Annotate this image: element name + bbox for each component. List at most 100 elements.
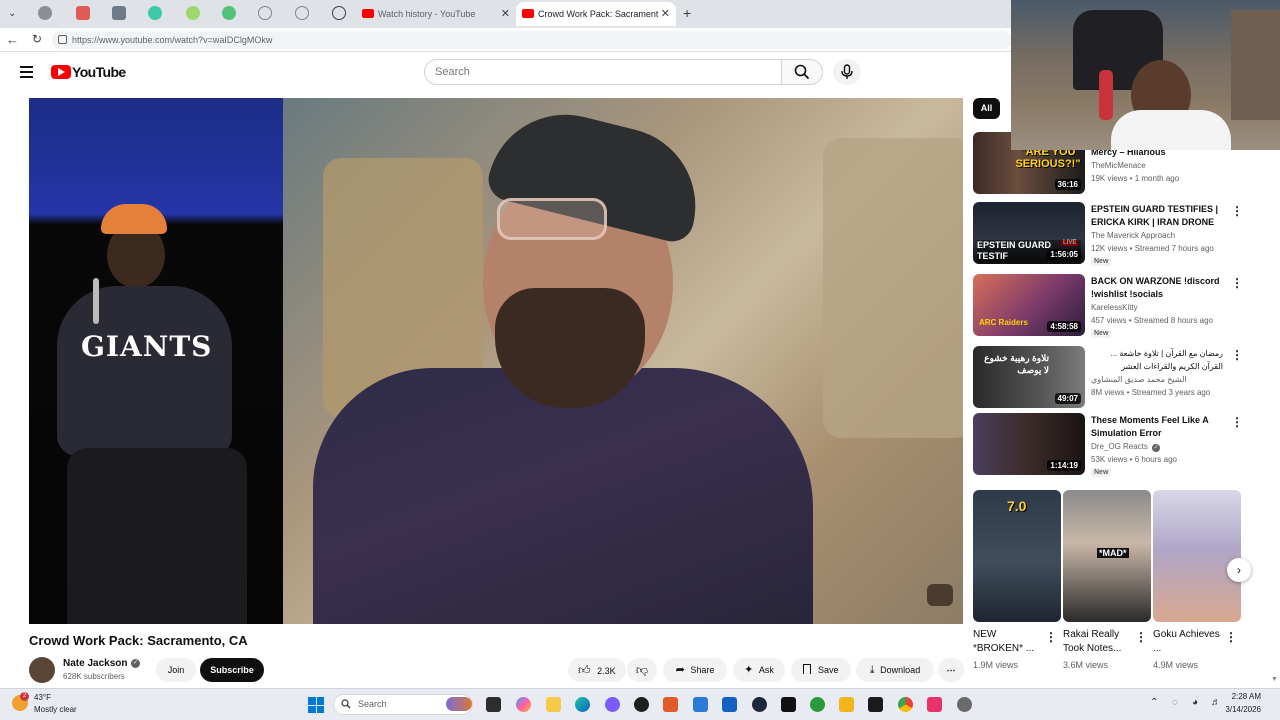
search-highlight-icon[interactable] [446,697,472,711]
channel-name[interactable]: Nate Jackson [63,658,127,669]
scroll-down-arrow-icon[interactable]: ▼ [1271,676,1279,684]
tab-search-chevron-icon[interactable]: ⌄ [8,8,16,19]
recommendation-channel[interactable]: الشيخ محمد صديق المنشاوي [1091,375,1187,384]
more-vertical-icon[interactable]: ⋮ [1135,630,1147,644]
xbox-icon[interactable] [810,697,825,712]
download-button[interactable]: ⤓ Download [856,658,934,682]
recommendation-item[interactable]: ARC Raiders 4:58:58 BACK ON WARZONE !dis… [973,274,1243,338]
channel-avatar[interactable] [29,657,55,683]
search-button[interactable] [781,59,823,85]
steam-icon[interactable] [752,697,767,712]
recommendation-channel[interactable]: TheMicMenace [1091,161,1146,170]
chevron-up-icon[interactable]: ⌃ [1150,697,1158,708]
globe-icon[interactable] [258,6,272,20]
short-title[interactable]: Goku Achieves ... [1153,628,1223,656]
video-player[interactable]: GIANTS [29,98,963,624]
pinned-tab-icon[interactable] [186,6,200,20]
like-button[interactable]: 👍︎ 2.3K [568,658,626,682]
chatgpt-icon[interactable] [634,697,649,712]
back-arrow-icon[interactable]: ← [6,32,19,47]
app-icon[interactable] [868,697,883,712]
webcam-shelf [1231,10,1280,120]
plus-icon[interactable]: + [683,5,691,21]
menu-hamburger-icon[interactable] [20,66,33,78]
recommendation-title[interactable]: These Moments Feel Like A Simulation Err… [1091,414,1223,440]
copilot-icon[interactable] [516,697,531,712]
short-title[interactable]: Rakai Really Took Notes... [1063,628,1133,656]
taskbar-clock-time[interactable]: 2:28 AM [1205,692,1261,701]
youtube-logo-text[interactable]: YouTube [72,64,126,80]
short-thumbnail[interactable]: *MAD* [1063,490,1151,622]
short-thumbnail[interactable] [1153,490,1241,622]
ask-button[interactable]: ✦ Ask [733,658,785,682]
audience-member-glasses [497,198,607,240]
more-vertical-icon[interactable]: ⋮ [1231,204,1243,218]
close-tab-icon[interactable]: ✕ [661,2,670,26]
tab-current-video[interactable]: Crowd Work Pack: Sacramento, CA ✕ [516,2,676,26]
reload-icon[interactable]: ↻ [32,32,42,46]
pinned-tab-icon[interactable] [38,6,52,20]
short-title[interactable]: NEW *BROKEN* ... [973,628,1043,656]
more-vertical-icon[interactable]: ⋮ [1231,415,1243,429]
more-vertical-icon[interactable]: ⋮ [1231,276,1243,290]
save-button[interactable]: Save [791,658,851,682]
pinned-tab-icon[interactable] [148,6,162,20]
recommendation-title[interactable]: رمضان مع القرآن | تلاوة خاشعة ... القرآن… [1091,347,1223,373]
taskbar-clock-date[interactable]: 3/14/2026 [1205,705,1261,714]
recommendation-title[interactable]: BACK ON WARZONE !discord !wishlist !soci… [1091,275,1223,301]
more-vertical-icon[interactable]: ⋮ [1045,630,1057,644]
close-tab-icon[interactable]: ✕ [501,2,510,26]
app-icon[interactable] [927,697,942,712]
more-vertical-icon[interactable]: ⋮ [1231,348,1243,362]
voice-search-button[interactable] [833,59,861,85]
video-thumbnail[interactable]: تلاوة رهيبة خشوع لا يوصف 49:07 [973,346,1085,408]
file-explorer-icon[interactable] [546,697,561,712]
tiktok-icon[interactable] [781,697,796,712]
site-info-icon[interactable] [58,35,67,44]
chevron-right-icon[interactable]: › [1227,558,1251,582]
globe-icon[interactable] [295,6,309,20]
task-view-icon[interactable] [486,697,501,712]
new-badge: New [1091,329,1112,338]
network-icon[interactable]: ◌ [1172,697,1178,708]
video-duration: 4:58:58 [1047,321,1081,332]
recommendation-channel[interactable]: KarelessKitty [1091,303,1138,312]
wifi-icon[interactable]: ◕ [1192,697,1198,708]
recommendation-title[interactable]: EPSTEIN GUARD TESTIFIES | ERICKA KIRK | … [1091,203,1223,229]
pinned-tab-icon[interactable] [76,6,90,20]
store-icon[interactable] [693,697,708,712]
chrome-icon[interactable] [898,697,913,712]
video-thumbnail[interactable]: 1:14:19 [973,413,1085,475]
pinned-tab-icon[interactable] [222,6,236,20]
edge-browser-icon[interactable] [575,697,590,712]
address-bar[interactable]: https://www.youtube.com/watch?v=waIDClgM… [52,31,1012,49]
outlook-icon[interactable] [722,697,737,712]
share-button[interactable]: ➦ Share [663,658,727,682]
join-button[interactable]: Join [156,658,196,682]
comedian-legs [67,448,247,624]
subscribe-button[interactable]: Subscribe [200,658,264,682]
recommendation-item[interactable]: تلاوة رهيبة خشوع لا يوصف 49:07 رمضان مع … [973,346,1243,410]
windows-start-icon[interactable] [308,697,324,713]
short-thumbnail[interactable]: 7.0 [973,490,1061,622]
video-thumbnail[interactable]: ARC Raiders 4:58:58 [973,274,1085,336]
tab-watch-history[interactable]: Watch history - YouTube ✕ [356,2,516,26]
video-thumbnail[interactable]: LIVE EPSTEIN GUARD TESTIF 1:56:05 [973,202,1085,264]
recommendation-channel[interactable]: Dre_OG Reacts ✓ [1091,442,1161,452]
search-input[interactable]: Search [424,59,782,85]
dislike-button[interactable]: 👎︎ [627,658,657,682]
more-vertical-icon[interactable]: ⋮ [1225,630,1237,644]
messenger-icon[interactable] [605,697,620,712]
play-triangle-icon [58,68,65,76]
recommendation-item[interactable]: LIVE EPSTEIN GUARD TESTIF 1:56:05 EPSTEI… [973,202,1243,266]
app-icon[interactable] [663,697,678,712]
settings-gear-icon[interactable] [957,697,972,712]
more-actions-button[interactable]: ⋯ [938,658,964,682]
rockstar-icon[interactable] [839,697,854,712]
filter-chip-all[interactable]: All [973,98,1000,119]
pinned-tab-icon[interactable] [112,6,126,20]
verified-check-icon: ✓ [131,659,140,668]
recommendation-item[interactable]: 1:14:19 These Moments Feel Like A Simula… [973,413,1243,477]
recommendation-channel[interactable]: The Maverick Approach [1091,231,1175,240]
globe-icon[interactable] [332,6,346,20]
